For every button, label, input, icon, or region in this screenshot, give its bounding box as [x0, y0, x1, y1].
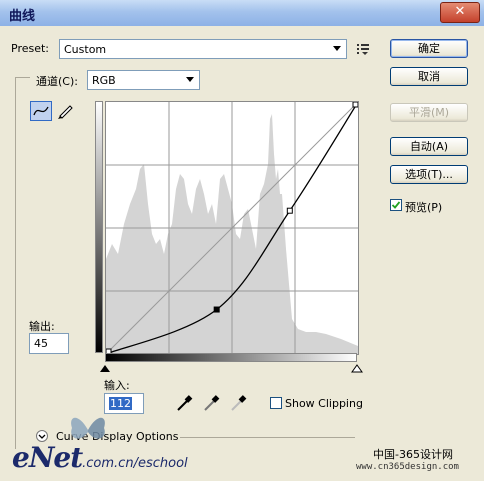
close-button[interactable]: ✕	[440, 2, 480, 23]
white-eyedropper-icon[interactable]	[230, 394, 248, 412]
chevron-down-icon	[186, 77, 194, 82]
pencil-icon	[58, 105, 73, 119]
show-clipping-checkbox[interactable]	[270, 397, 282, 409]
auto-button[interactable]: 自动(A)	[390, 137, 468, 156]
group-divider	[15, 77, 30, 78]
group-border	[15, 77, 16, 449]
enet-watermark: eNet.com.cn/eschool	[12, 441, 188, 474]
curve-graph[interactable]	[105, 101, 359, 355]
options-button[interactable]: 选项(T)...	[390, 165, 468, 184]
cn365-watermark-text: 中国-365设计网	[373, 448, 453, 461]
cn365-watermark-url: www.cn365design.com	[356, 462, 459, 472]
curve-options-divider	[180, 437, 355, 438]
channel-select[interactable]: RGB	[87, 70, 200, 90]
curve-canvas[interactable]	[105, 101, 359, 355]
output-gradient-bar	[95, 101, 103, 353]
ok-button[interactable]: 确定	[390, 39, 468, 58]
preset-select[interactable]: Custom	[59, 39, 347, 59]
channel-value: RGB	[92, 74, 116, 87]
curve-edit-tool-button[interactable]	[30, 101, 52, 121]
pencil-tool-button[interactable]	[55, 101, 77, 121]
output-label: 输出:	[29, 320, 55, 333]
list-options-icon[interactable]	[356, 42, 372, 56]
channel-label: 通道(C):	[36, 75, 78, 88]
white-point-slider-icon[interactable]	[351, 364, 363, 373]
curves-dialog: 曲线 ✕ Preset: Custom 通道(C): RGB 输出: 45 输入…	[0, 0, 484, 481]
curve-point-active[interactable]	[213, 306, 220, 313]
curve-point[interactable]	[286, 207, 293, 214]
input-field[interactable]: 112	[104, 393, 144, 414]
black-eyedropper-icon[interactable]	[176, 394, 194, 412]
enet-site: .com.cn/eschool	[82, 456, 188, 471]
preset-label: Preset:	[11, 42, 50, 55]
chevron-down-icon	[333, 46, 341, 51]
enet-logo: eNet	[12, 441, 83, 474]
title-bar: 曲线 ✕	[0, 0, 484, 26]
preview-label: 预览(P)	[405, 201, 443, 214]
preview-checkbox[interactable]	[390, 199, 402, 211]
input-label: 输入:	[104, 379, 130, 392]
input-value: 112	[109, 397, 132, 410]
cancel-button[interactable]: 取消	[390, 67, 468, 86]
gray-eyedropper-icon[interactable]	[203, 394, 221, 412]
black-point-slider-icon[interactable]	[99, 364, 111, 373]
preset-value: Custom	[64, 43, 107, 56]
checkmark-icon	[391, 201, 401, 209]
smooth-button[interactable]: 平滑(M)	[390, 103, 468, 122]
dialog-title: 曲线	[9, 9, 36, 24]
show-clipping-label: Show Clipping	[285, 397, 363, 410]
curve-tool-icon	[33, 106, 49, 116]
input-gradient-bar	[105, 353, 357, 362]
output-field[interactable]: 45	[29, 333, 69, 354]
curve-point[interactable]	[352, 101, 359, 108]
